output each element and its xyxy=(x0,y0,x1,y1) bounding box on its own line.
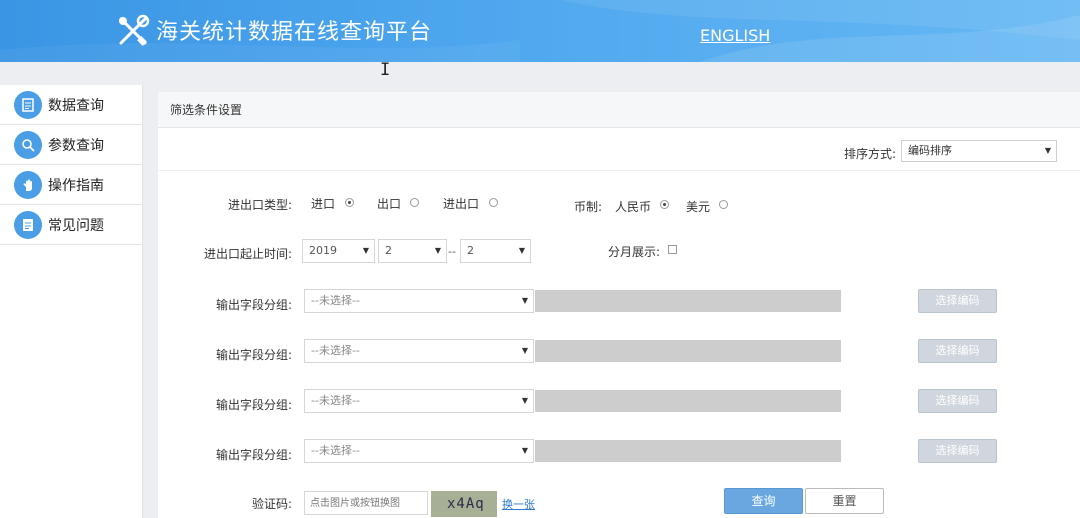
chevron-down-icon: ▼ xyxy=(362,246,369,255)
field-group-placeholder: --未选择-- xyxy=(311,294,360,307)
currency-label: 币制: xyxy=(573,200,602,214)
radio-export[interactable] xyxy=(410,198,419,207)
field-group-label: 输出字段分组: xyxy=(215,448,292,462)
chevron-down-icon: ▼ xyxy=(434,246,441,255)
field-code-display-2 xyxy=(535,340,841,362)
field-group-label: 输出字段分组: xyxy=(215,398,292,412)
field-group-placeholder: --未选择-- xyxy=(311,394,360,407)
trade-type-label: 进出口类型: xyxy=(227,198,292,212)
captcha-label: 验证码: xyxy=(251,497,292,511)
document-icon xyxy=(14,90,42,119)
sidebar-item-parameter-query[interactable]: 参数查询 xyxy=(0,125,142,165)
sort-select[interactable]: 编码排序 ▼ xyxy=(901,140,1057,162)
radio-import-label: 进口 xyxy=(311,197,336,211)
captcha-input[interactable] xyxy=(304,491,428,515)
field-code-display-3 xyxy=(535,390,841,412)
select-code-button-2[interactable]: 选择编码 xyxy=(918,339,997,363)
sort-select-value: 编码排序 xyxy=(908,144,952,157)
sidebar-item-label: 操作指南 xyxy=(48,177,104,194)
radio-import-export-label: 进出口 xyxy=(443,197,480,211)
field-code-display-4 xyxy=(535,440,841,462)
radio-rmb-label: 人民币 xyxy=(615,200,652,214)
period-label: 进出口起止时间: xyxy=(203,247,292,261)
chevron-down-icon: ▼ xyxy=(518,246,525,255)
chevron-down-icon: ▼ xyxy=(521,346,528,355)
radio-export-label: 出口 xyxy=(377,197,402,211)
captcha-image[interactable]: x4Aq xyxy=(431,491,497,517)
radio-import-export[interactable] xyxy=(489,198,498,207)
field-group-placeholder: --未选择-- xyxy=(311,444,360,457)
field-group-label: 输出字段分组: xyxy=(215,348,292,362)
sidebar: 数据查询 参数查询 操作指南 常见问题 xyxy=(0,85,143,518)
site-title: 海关统计数据在线查询平台 xyxy=(156,20,433,45)
field-group-select-2[interactable]: --未选择-- ▼ xyxy=(304,339,534,363)
field-group-placeholder: --未选择-- xyxy=(311,344,360,357)
sidebar-item-label: 常见问题 xyxy=(48,217,104,234)
select-code-button-1[interactable]: 选择编码 xyxy=(918,289,997,313)
sidebar-item-operation-guide[interactable]: 操作指南 xyxy=(0,165,142,205)
chevron-down-icon: ▼ xyxy=(521,446,528,455)
year-value: 2019 xyxy=(309,244,337,257)
select-code-button-4[interactable]: 选择编码 xyxy=(918,439,997,463)
text-cursor-icon: I xyxy=(380,60,391,80)
chevron-down-icon: ▼ xyxy=(1044,146,1051,155)
period-separator: -- xyxy=(448,245,456,258)
monthly-display-checkbox[interactable] xyxy=(668,245,677,254)
sort-label: 排序方式: xyxy=(844,147,897,161)
sidebar-item-label: 参数查询 xyxy=(48,137,104,154)
refresh-captcha-link[interactable]: 换一张 xyxy=(502,496,535,512)
reset-button[interactable]: 重置 xyxy=(805,488,884,514)
english-language-link[interactable]: ENGLISH xyxy=(700,26,770,45)
select-code-button-3[interactable]: 选择编码 xyxy=(918,389,997,413)
sidebar-item-label: 数据查询 xyxy=(48,97,104,114)
sort-bar: 排序方式: 编码排序 ▼ xyxy=(158,129,1080,171)
field-group-select-3[interactable]: --未选择-- ▼ xyxy=(304,389,534,413)
panel-title: 筛选条件设置 xyxy=(158,92,1080,128)
tools-logo-icon xyxy=(119,14,150,46)
magnifier-icon xyxy=(14,130,42,159)
monthly-display-label: 分月展示: xyxy=(607,245,660,259)
radio-usd[interactable] xyxy=(719,200,728,209)
faq-document-icon xyxy=(14,210,42,239)
radio-rmb[interactable] xyxy=(660,200,669,209)
field-group-label: 输出字段分组: xyxy=(215,298,292,312)
filter-panel: 筛选条件设置 排序方式: 编码排序 ▼ 进出口类型: 进口 出口 进出口 币制:… xyxy=(158,92,1080,518)
sidebar-item-data-query[interactable]: 数据查询 xyxy=(0,85,142,125)
query-button[interactable]: 查询 xyxy=(724,488,803,514)
month-to-value: 2 xyxy=(467,244,474,257)
radio-usd-label: 美元 xyxy=(686,200,711,214)
field-group-select-1[interactable]: --未选择-- ▼ xyxy=(304,289,534,313)
month-from-value: 2 xyxy=(385,244,392,257)
year-select[interactable]: 2019 ▼ xyxy=(302,239,375,263)
month-to-select[interactable]: 2 ▼ xyxy=(460,239,531,263)
chevron-down-icon: ▼ xyxy=(521,296,528,305)
sidebar-item-faq[interactable]: 常见问题 xyxy=(0,205,142,245)
month-from-select[interactable]: 2 ▼ xyxy=(378,239,447,263)
field-group-select-4[interactable]: --未选择-- ▼ xyxy=(304,439,534,463)
hand-icon xyxy=(14,170,42,199)
chevron-down-icon: ▼ xyxy=(521,396,528,405)
radio-import[interactable] xyxy=(345,198,354,207)
field-code-display-1 xyxy=(535,290,841,312)
header-bar: 海关统计数据在线查询平台 ENGLISH xyxy=(0,0,1080,62)
